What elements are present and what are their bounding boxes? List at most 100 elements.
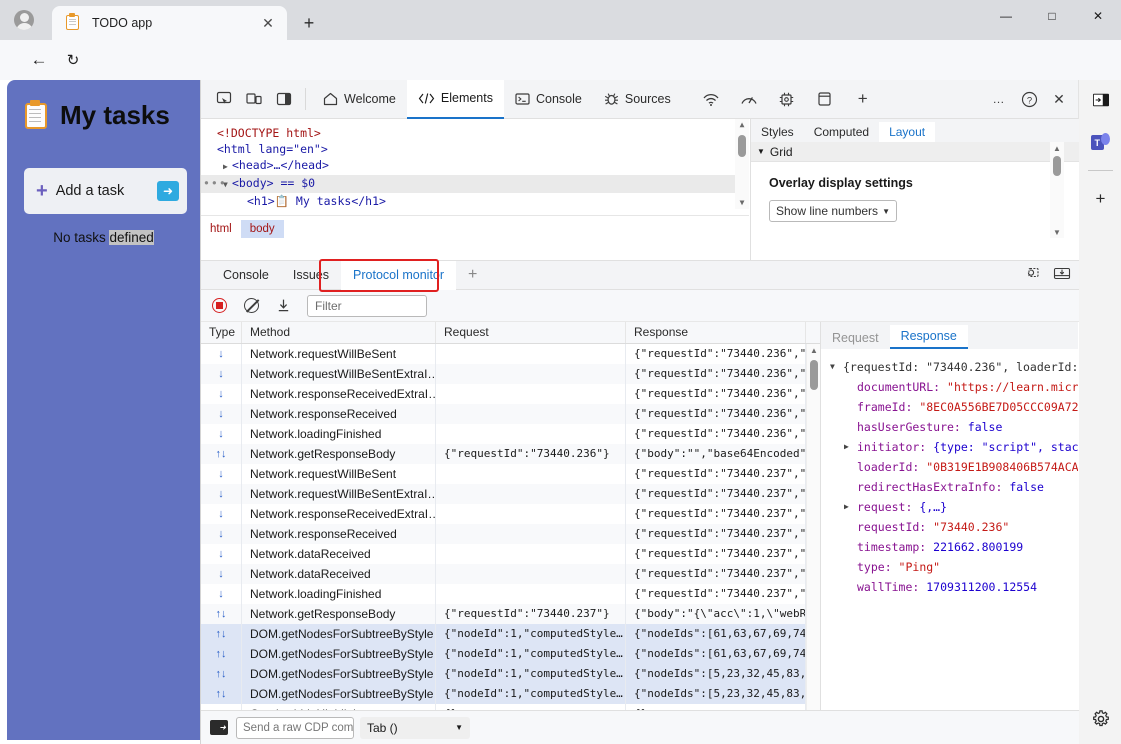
table-row[interactable]: ↑↓DOM.getNodesForSubtreeByStyle{"nodeId"… (201, 684, 820, 704)
dom-line[interactable]: <!DOCTYPE html> (201, 125, 749, 141)
application-icon[interactable] (810, 84, 840, 114)
record-icon[interactable] (205, 292, 233, 320)
drawer-tab-console[interactable]: Console (211, 261, 281, 290)
json-line[interactable]: ▼{requestId: "73440.236", loaderId: (825, 357, 1078, 377)
json-viewer[interactable]: ▼{requestId: "73440.236", loaderId:docum… (821, 349, 1078, 597)
json-line[interactable]: timestamp: 221662.800199 (825, 537, 1078, 557)
back-icon[interactable]: ← (24, 46, 54, 74)
table-row[interactable]: ↑↓DOM.getNodesForSubtreeByStyle{"nodeId"… (201, 664, 820, 684)
filter-input[interactable]: Filter (307, 295, 427, 317)
expand-icon[interactable]: ▶ (844, 437, 849, 457)
tab-welcome[interactable]: Welcome (312, 80, 407, 119)
close-icon[interactable]: ✕ (255, 10, 281, 36)
clear-icon[interactable] (237, 292, 265, 320)
more-icon[interactable]: ••• (203, 175, 227, 191)
tab-elements[interactable]: Elements (407, 80, 504, 119)
inspect-icon[interactable] (209, 84, 239, 114)
profile-button[interactable] (8, 6, 40, 34)
table-row[interactable]: ↓Network.responseReceived{"requestId":"7… (201, 524, 820, 544)
sidebar-add-button[interactable]: + (1079, 177, 1121, 221)
dom-line[interactable]: <html lang="en"> (201, 141, 749, 157)
tab-computed[interactable]: Computed (804, 122, 879, 142)
breadcrumb-body[interactable]: body (241, 220, 284, 238)
table-row[interactable]: ↓Network.loadingFinished{"requestId":"73… (201, 584, 820, 604)
help-icon[interactable]: ? (1014, 84, 1044, 114)
table-row[interactable]: ↓Network.requestWillBeSent{"requestId":"… (201, 464, 820, 484)
table-row[interactable]: ↑↓DOM.getNodesForSubtreeByStyle{"nodeId"… (201, 644, 820, 664)
json-line[interactable]: frameId: "8EC0A556BE7D05CCC09A72( (825, 397, 1078, 417)
submit-task-button[interactable]: ➜ (157, 181, 179, 201)
scroll-up-icon[interactable]: ▲ (735, 119, 749, 131)
network-icon[interactable] (696, 84, 726, 114)
tab-sources[interactable]: Sources (593, 80, 682, 119)
dom-line-selected[interactable]: •••▼<body> == $0 (201, 175, 749, 193)
expand-icon[interactable]: ▶ (223, 159, 232, 175)
close-icon[interactable]: ✕ (1044, 84, 1074, 114)
scroll-down-icon[interactable]: ▼ (1050, 226, 1064, 238)
grid-section-header[interactable]: ▼ Grid (751, 142, 1079, 162)
json-line[interactable]: hasUserGesture: false (825, 417, 1078, 437)
column-method[interactable]: Method (242, 322, 436, 343)
dock-bottom-icon[interactable] (1053, 266, 1071, 284)
dock-side-icon[interactable] (269, 84, 299, 114)
close-window-button[interactable]: ✕ (1075, 0, 1121, 32)
drawer-tab-issues[interactable]: Issues (281, 261, 341, 290)
expand-icon[interactable]: ▶ (844, 497, 849, 517)
json-line[interactable]: ▶request: {,…} (825, 497, 1078, 517)
table-row[interactable]: ↓Network.requestWillBeSent{"requestId":"… (201, 344, 820, 364)
json-line[interactable]: wallTime: 1709311200.12554 (825, 577, 1078, 597)
scroll-down-icon[interactable]: ▼ (735, 197, 749, 209)
download-icon[interactable] (269, 292, 297, 320)
dom-line[interactable]: ▶<head>…</head> (201, 157, 749, 175)
table-row[interactable]: ↑↓DOM.getNodesForSubtreeByStyle{"nodeId"… (201, 624, 820, 644)
styles-scrollbar[interactable]: ▲ ▼ (1050, 142, 1064, 238)
table-row[interactable]: ↓Network.responseReceivedExtraI…{"reques… (201, 384, 820, 404)
json-line[interactable]: loaderId: "0B319E1B908406B574ACAI (825, 457, 1078, 477)
collapse-icon[interactable]: ▼ (830, 357, 835, 377)
reload-icon[interactable]: ↻ (58, 46, 88, 74)
restore-icon[interactable] (1024, 266, 1041, 284)
table-row[interactable]: ↑↓Network.getResponseBody{"requestId":"7… (201, 444, 820, 464)
dom-tree[interactable]: <!DOCTYPE html> <html lang="en"> ▶<head>… (201, 119, 749, 209)
scroll-thumb[interactable] (738, 135, 746, 157)
gear-icon[interactable] (1079, 702, 1121, 736)
column-response[interactable]: Response (626, 322, 806, 343)
tab-console[interactable]: Console (504, 80, 593, 119)
maximize-button[interactable]: □ (1029, 0, 1075, 32)
detail-tab-request[interactable]: Request (821, 327, 890, 349)
json-line[interactable]: documentURL: "https://learn.micr (825, 377, 1078, 397)
console-prompt-icon[interactable]: ➜ (210, 720, 228, 735)
show-line-numbers-select[interactable]: Show line numbers ▼ (769, 200, 897, 222)
dom-scrollbar[interactable]: ▲ ▼ (735, 119, 749, 209)
device-toolbar-icon[interactable] (239, 84, 269, 114)
browser-tab[interactable]: TODO app ✕ (52, 6, 287, 40)
table-row[interactable]: ↓Network.requestWillBeSentExtraI…{"reque… (201, 364, 820, 384)
scroll-up-icon[interactable]: ▲ (1050, 142, 1064, 154)
json-line[interactable]: ▶initiator: {type: "script", stacl (825, 437, 1078, 457)
column-type[interactable]: Type (201, 322, 242, 343)
add-task-input[interactable]: + Add a task ➜ (24, 168, 187, 214)
scroll-up-icon[interactable]: ▲ (807, 344, 821, 356)
sidebar-split-icon[interactable] (1079, 80, 1121, 120)
dom-line[interactable]: <h1>📋 My tasks</h1> (201, 193, 749, 209)
table-row[interactable]: ↓Network.dataReceived{"requestId":"73440… (201, 544, 820, 564)
tab-layout[interactable]: Layout (879, 122, 935, 142)
table-row[interactable]: ↓Network.responseReceived{"requestId":"7… (201, 404, 820, 424)
detail-tab-response[interactable]: Response (890, 325, 968, 349)
column-request[interactable]: Request (436, 322, 626, 343)
scroll-thumb[interactable] (1053, 156, 1061, 176)
json-line[interactable]: redirectHasExtraInfo: false (825, 477, 1078, 497)
table-row[interactable]: ↓Network.loadingFinished{"requestId":"73… (201, 424, 820, 444)
table-row[interactable]: ↓Network.requestWillBeSentExtraI…{"reque… (201, 484, 820, 504)
json-line[interactable]: requestId: "73440.236" (825, 517, 1078, 537)
new-tab-button[interactable]: + (295, 10, 323, 36)
minimize-button[interactable]: — (983, 0, 1029, 32)
breadcrumb-html[interactable]: html (201, 220, 241, 238)
table-scrollbar[interactable]: ▲ ▼ (806, 344, 820, 742)
cdp-command-input[interactable]: Send a raw CDP command (236, 717, 354, 739)
table-row[interactable]: ↓Network.dataReceived{"requestId":"73440… (201, 564, 820, 584)
performance-icon[interactable] (734, 84, 764, 114)
json-line[interactable]: type: "Ping" (825, 557, 1078, 577)
drawer-add-tab-button[interactable]: + (456, 261, 489, 290)
table-row[interactable]: ↓Network.responseReceivedExtraI…{"reques… (201, 504, 820, 524)
